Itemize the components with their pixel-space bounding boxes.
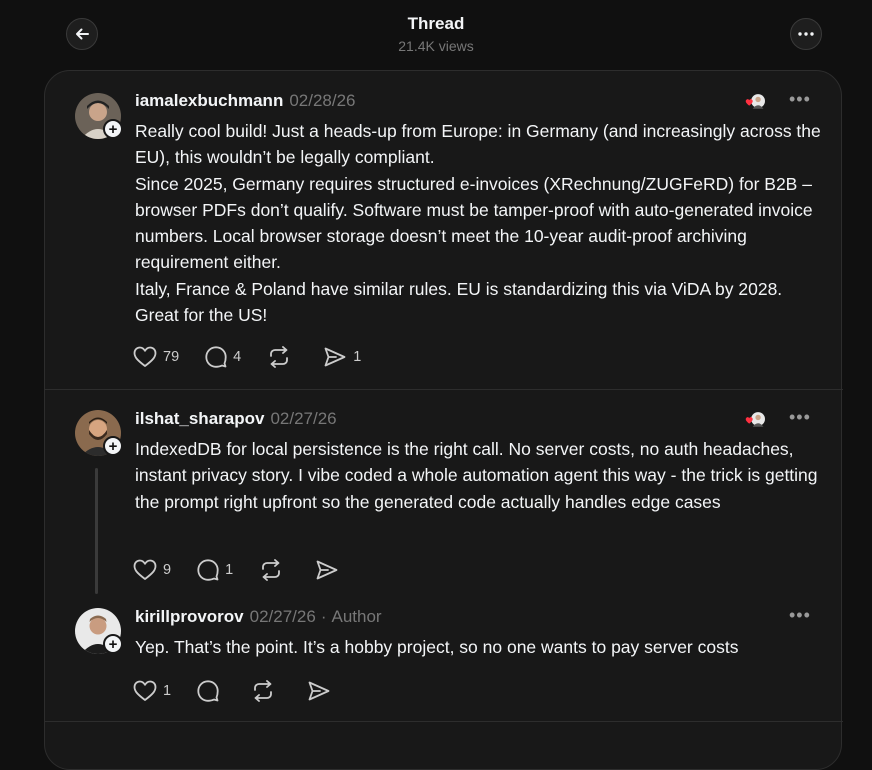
follow-plus-icon[interactable]: + (103, 634, 123, 654)
post-actions: 1 (133, 678, 363, 704)
heart-icon (133, 559, 157, 580)
post-paragraph: Yep. That’s the point. It’s a hobby proj… (135, 637, 739, 657)
reply-button[interactable] (197, 680, 225, 702)
username[interactable]: kirillprovorov (135, 607, 244, 626)
post-body: IndexedDB for local persistence is the r… (135, 436, 825, 515)
like-count: 79 (163, 349, 180, 365)
like-button[interactable]: 79 (133, 346, 179, 368)
repost-icon (262, 559, 281, 581)
post-more-icon[interactable]: ••• (789, 407, 811, 428)
post-more-icon[interactable]: ••• (789, 89, 811, 110)
comment-icon (197, 559, 219, 581)
repost-button[interactable] (259, 559, 289, 581)
follow-plus-icon[interactable]: + (103, 119, 123, 139)
comment-icon (205, 346, 227, 368)
post-more-icon[interactable]: ••• (789, 605, 811, 626)
post-paragraph: Really cool build! Just a heads-up from … (135, 121, 821, 168)
heart-icon (133, 346, 157, 367)
repost-icon (254, 680, 272, 702)
username[interactable]: iamalexbuchmann (135, 91, 283, 110)
comment-icon (197, 680, 219, 702)
post-date[interactable]: 02/27/26 (270, 409, 336, 428)
like-count: 1 (163, 683, 172, 699)
post-actions: 79 4 1 (133, 344, 387, 370)
repost-button[interactable] (267, 346, 297, 368)
thread-line (95, 468, 98, 594)
reply-button[interactable]: 1 (197, 559, 233, 581)
share-button[interactable] (315, 559, 345, 581)
post-paragraph: Since 2025, Germany requires structured … (135, 173, 813, 273)
post-body: Really cool build! Just a heads-up from … (135, 118, 825, 328)
author-liked-icon (745, 412, 765, 427)
post-actions: 9 1 (133, 557, 371, 583)
reply-post: + iamalexbuchmann 02/28/26 ••• Really coo… (45, 71, 843, 389)
post-paragraph: IndexedDB for local persistence is the r… (135, 439, 818, 512)
post-date[interactable]: 02/27/26 (250, 607, 316, 626)
page-title: Thread (407, 14, 465, 33)
repost-icon (270, 346, 289, 368)
reply-post: + kirillprovorov 02/27/26 · Author ••• Yep.… (45, 600, 843, 720)
reply-button[interactable]: 4 (205, 346, 241, 368)
repost-button[interactable] (251, 680, 281, 702)
thread-more-button[interactable] (790, 18, 822, 50)
send-icon (308, 681, 330, 701)
author-label: Author (331, 607, 382, 626)
share-button[interactable]: 1 (323, 346, 361, 368)
divider (45, 721, 843, 722)
post-meta: iamalexbuchmann 02/28/26 (135, 91, 356, 111)
username[interactable]: ilshat_sharapov (135, 409, 264, 428)
like-button[interactable]: 9 (133, 559, 171, 581)
post-paragraph: Italy, France & Poland have similar rule… (135, 278, 783, 326)
post-meta: ilshat_sharapov 02/27/26 (135, 409, 337, 429)
more-dots-icon (798, 32, 814, 36)
view-count: 21.4K views (398, 38, 474, 54)
send-icon (316, 560, 338, 580)
post-body: Yep. That’s the point. It’s a hobby proj… (135, 634, 825, 660)
author-liked-icon (745, 94, 765, 109)
thread-header: Thread 21.4K views (0, 0, 872, 70)
heart-icon (133, 680, 157, 701)
like-button[interactable]: 1 (133, 680, 171, 702)
meta-separator: · (320, 607, 327, 626)
share-count: 1 (353, 349, 362, 365)
thread-card: + iamalexbuchmann 02/28/26 ••• Really coo… (44, 70, 843, 770)
reply-count: 4 (233, 349, 242, 365)
follow-plus-icon[interactable]: + (103, 436, 123, 456)
like-count: 9 (163, 562, 172, 578)
post-meta: kirillprovorov 02/27/26 · Author (135, 607, 382, 627)
send-icon (324, 347, 346, 367)
reply-count: 1 (225, 562, 234, 578)
post-date[interactable]: 02/28/26 (289, 91, 355, 110)
share-button[interactable] (307, 680, 337, 702)
